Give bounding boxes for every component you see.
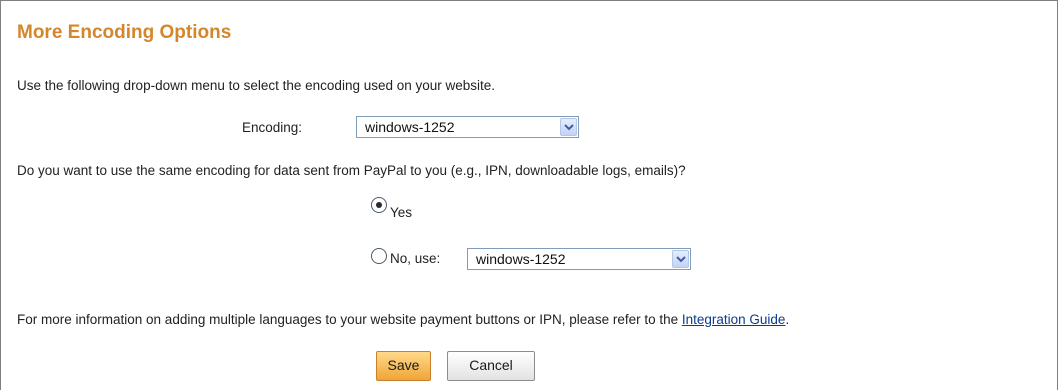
section-title: More Encoding Options [17, 22, 232, 43]
alternate-encoding-select[interactable]: windows-1252 [467, 248, 691, 270]
encoding-dropdown-button[interactable] [560, 118, 577, 136]
panel-frame [0, 0, 1058, 390]
cancel-button[interactable]: Cancel [447, 351, 535, 381]
encoding-select[interactable]: windows-1252 [356, 116, 579, 138]
encoding-select-value: windows-1252 [365, 119, 455, 135]
info-text: For more information on adding multiple … [17, 312, 682, 327]
chevron-down-icon [676, 256, 686, 263]
radio-selected-dot [376, 202, 382, 208]
chevron-down-icon [564, 124, 574, 131]
radio-yes-label: Yes [390, 205, 413, 220]
radio-no[interactable] [371, 248, 387, 264]
encoding-label: Encoding: [242, 120, 303, 135]
radio-no-label: No, use: [390, 251, 441, 266]
radio-yes[interactable] [371, 197, 387, 213]
info-trailing: . [785, 312, 790, 327]
info-text-line: For more information on adding multiple … [17, 312, 789, 327]
same-encoding-question: Do you want to use the same encoding for… [17, 163, 686, 178]
alternate-encoding-select-value: windows-1252 [476, 251, 566, 267]
save-button[interactable]: Save [376, 351, 431, 381]
intro-text: Use the following drop-down menu to sele… [17, 78, 496, 93]
alternate-encoding-dropdown-button[interactable] [672, 250, 689, 268]
integration-guide-link[interactable]: Integration Guide [682, 312, 786, 327]
